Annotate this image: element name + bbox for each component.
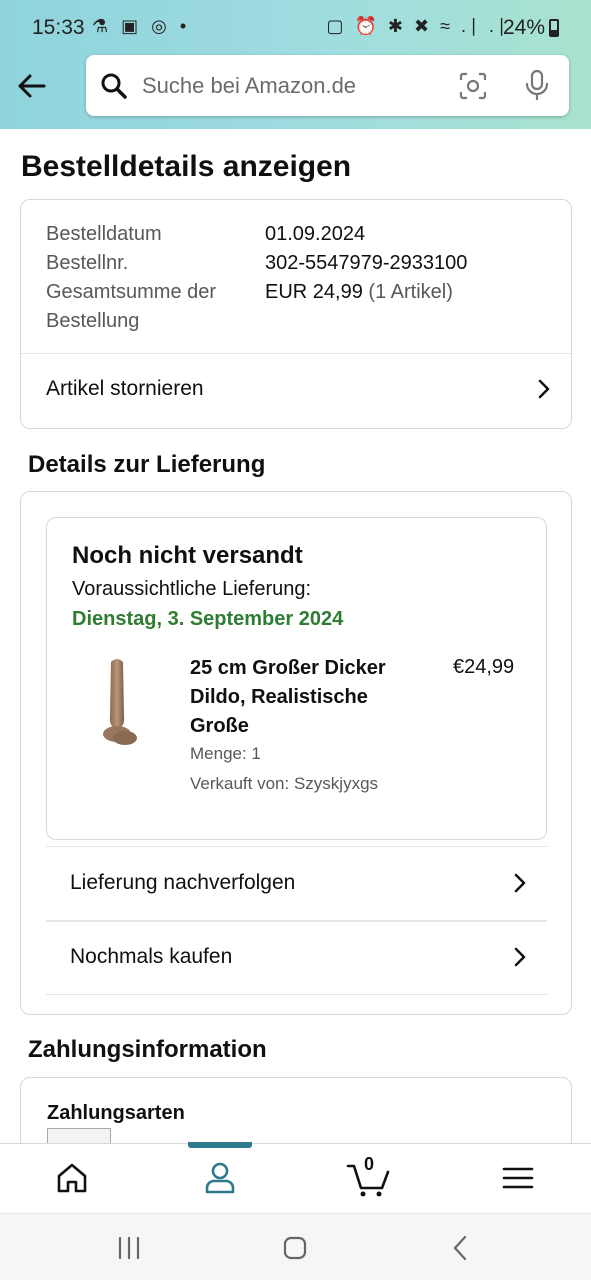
- product-title-line3: Große: [190, 715, 249, 737]
- order-date-value: 01.09.2024: [265, 223, 366, 245]
- camera-scan-icon[interactable]: [458, 71, 488, 101]
- chevron-right-icon: [514, 947, 526, 967]
- product-title[interactable]: 25 cm Großer Dicker Dildo, Realistische …: [190, 654, 420, 741]
- battery-icon: [549, 19, 559, 37]
- active-tab-indicator: [188, 1142, 252, 1148]
- payment-methods-title: Zahlungsarten: [47, 1102, 185, 1124]
- microphone-icon[interactable]: [522, 69, 552, 101]
- account-icon[interactable]: [200, 1158, 240, 1198]
- divider: [46, 846, 547, 847]
- cancel-items-link[interactable]: Artikel stornieren: [21, 359, 571, 419]
- recent-apps-icon[interactable]: [114, 1234, 144, 1262]
- home-button-icon[interactable]: [280, 1234, 310, 1262]
- page-title: Bestelldetails anzeigen: [21, 150, 352, 183]
- order-number-value: 302-5547979-2933100: [265, 252, 468, 274]
- search-icon: [101, 73, 127, 99]
- product-seller: Verkauft von: Szyskjyxgs: [190, 774, 379, 793]
- search-bar[interactable]: Suche bei Amazon.de: [86, 55, 569, 116]
- shipment-box: Noch nicht versandt Voraussichtliche Lie…: [46, 517, 547, 840]
- track-delivery-link[interactable]: Lieferung nachverfolgen: [46, 848, 547, 920]
- order-total-value: EUR 24,99 (1 Artikel): [265, 278, 453, 307]
- eta-date: Dienstag, 3. September 2024: [72, 608, 344, 630]
- app-header: 15:33 ⚗ ▣ ◎ • ▢ ⏰ ✱ ✖ ≈ .∣ .∣ 24% Suche …: [0, 0, 591, 129]
- payment-info-heading: Zahlungsinformation: [28, 1036, 267, 1063]
- cancel-items-label: Artikel stornieren: [46, 377, 204, 400]
- product-title-line2: Dildo, Realistische: [190, 686, 368, 708]
- eta-label: Voraussichtliche Lieferung:: [72, 578, 312, 600]
- product-quantity: Menge: 1: [190, 744, 261, 763]
- status-bar: 15:33 ⚗ ▣ ◎ • ▢ ⏰ ✱ ✖ ≈ .∣ .∣ 24%: [0, 0, 591, 56]
- order-total-label-line1: Gesamtsumme der: [46, 281, 217, 303]
- chevron-right-icon: [514, 873, 526, 893]
- divider: [46, 994, 547, 995]
- delivery-card: Noch nicht versandt Voraussichtliche Lie…: [20, 491, 572, 1015]
- cart-button[interactable]: 0: [346, 1154, 392, 1198]
- track-delivery-label: Lieferung nachverfolgen: [70, 871, 296, 894]
- product-price: €24,99: [453, 656, 515, 678]
- cart-count-badge: 0: [364, 1154, 375, 1174]
- search-input[interactable]: Suche bei Amazon.de: [142, 73, 356, 99]
- order-summary-card: Bestelldatum 01.09.2024 Bestellnr. 302-5…: [20, 199, 572, 429]
- order-item-count: (1 Artikel): [368, 281, 453, 303]
- order-date-label: Bestelldatum: [46, 223, 162, 245]
- buy-again-label: Nochmals kaufen: [70, 945, 233, 968]
- back-arrow-icon[interactable]: [14, 68, 50, 104]
- system-status-icons: ▢ ⏰ ✱ ✖ ≈ .∣ .∣: [326, 16, 509, 36]
- order-total-label: Gesamtsumme der Bestellung: [46, 278, 216, 336]
- order-number-label: Bestellnr.: [46, 252, 129, 274]
- divider: [21, 353, 571, 354]
- shipment-status: Noch nicht versandt: [72, 542, 303, 569]
- back-button-icon[interactable]: [446, 1234, 476, 1262]
- delivery-details-heading: Details zur Lieferung: [28, 451, 266, 478]
- menu-icon[interactable]: [498, 1158, 538, 1198]
- order-total-amount: EUR 24,99: [265, 281, 363, 303]
- order-total-label-line2: Bestellung: [46, 310, 140, 332]
- system-navigation-bar: [0, 1213, 591, 1280]
- product-image[interactable]: [95, 656, 145, 748]
- product-title-line1: 25 cm Großer Dicker: [190, 657, 386, 679]
- notification-icons: ⚗ ▣ ◎ •: [92, 16, 191, 36]
- bottom-navigation: 0: [0, 1142, 591, 1213]
- status-time: 15:33: [32, 16, 85, 39]
- home-icon[interactable]: [52, 1158, 92, 1198]
- chevron-right-icon: [538, 379, 550, 399]
- battery-percentage: 24%: [502, 16, 545, 39]
- buy-again-link[interactable]: Nochmals kaufen: [46, 922, 547, 994]
